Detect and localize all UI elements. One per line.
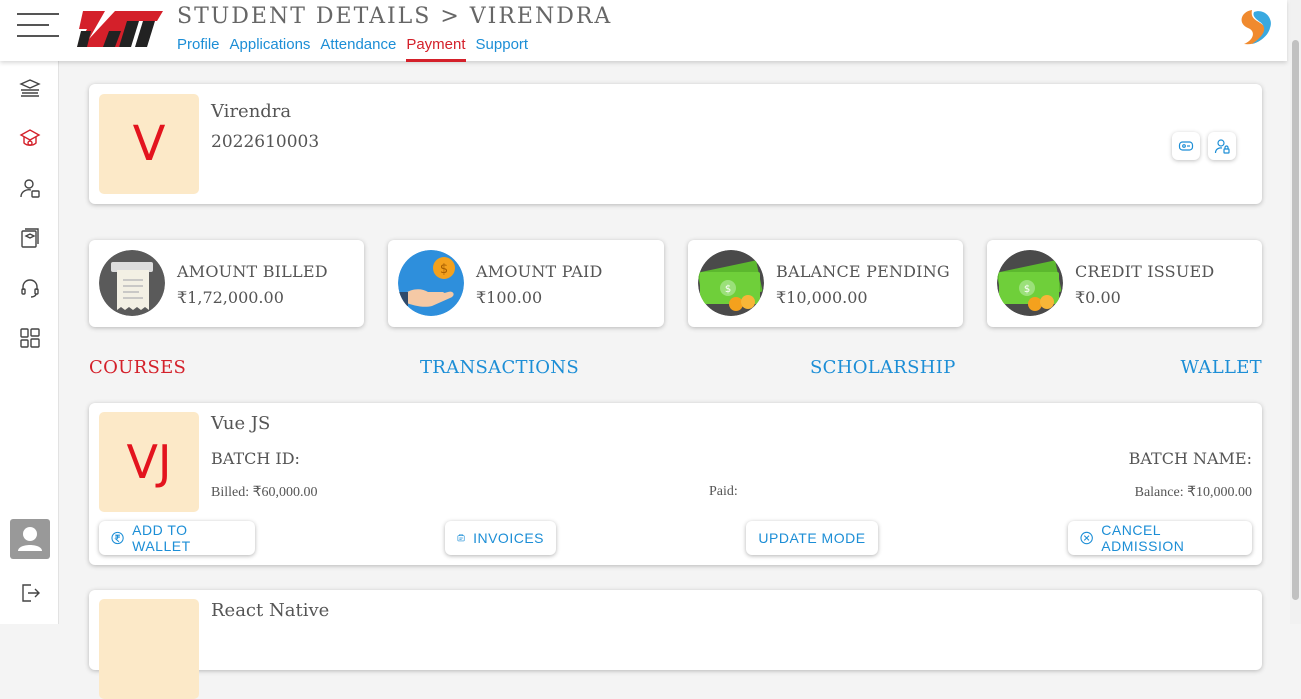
invoices-label: INVOICES <box>473 530 544 546</box>
course-card: React Native <box>89 590 1262 699</box>
stat-label: BALANCE PENDING <box>776 262 950 281</box>
update-mode-button[interactable]: UPDATE MODE <box>746 521 878 555</box>
course-card: VJ Vue JS BATCH ID: BATCH NAME: Billed: … <box>89 403 1262 565</box>
id-card-icon <box>1178 141 1194 151</box>
tab-scholarship[interactable]: SCHOLARSHIP <box>810 357 956 378</box>
tab-wallet[interactable]: WALLET <box>1181 357 1262 378</box>
batch-id-label: BATCH ID: <box>211 449 300 468</box>
main-content: V Virendra 2022610003 AMOUNT BILLED ₹1,7… <box>59 61 1287 699</box>
brand-swirl-logo <box>1241 10 1271 45</box>
cancel-admission-button[interactable]: CANCEL ADMISSION <box>1068 521 1252 555</box>
tab-transactions[interactable]: TRANSACTIONS <box>420 357 579 378</box>
rupee-icon <box>111 531 124 545</box>
tab-support[interactable]: Support <box>476 36 529 62</box>
student-id: 2022610003 <box>211 132 320 152</box>
user-lock-button[interactable] <box>1208 132 1236 160</box>
cancel-circle-icon <box>1080 531 1093 545</box>
kii-logo <box>77 11 163 47</box>
stat-value: ₹0.00 <box>1075 288 1121 307</box>
course-initials-avatar <box>99 599 199 699</box>
student-card: V Virendra 2022610003 <box>89 84 1262 204</box>
books-icon[interactable] <box>19 227 41 249</box>
invoice-icon <box>457 534 465 542</box>
user-lock-icon <box>1214 139 1230 154</box>
stat-label: CREDIT ISSUED <box>1075 262 1215 281</box>
sidebar <box>0 61 59 624</box>
stat-card-amount-paid: $ AMOUNT PAID ₹100.00 <box>388 240 664 327</box>
add-to-wallet-label: ADD TO WALLET <box>132 522 191 554</box>
paid-amount: Paid: <box>709 484 738 499</box>
tab-applications[interactable]: Applications <box>230 36 311 62</box>
page-title: STUDENT DETAILS > VIRENDRA <box>177 4 613 29</box>
balance-amount: Balance: ₹10,000.00 <box>1134 485 1252 500</box>
receipt-icon <box>99 250 165 316</box>
svg-text:$: $ <box>725 284 731 295</box>
tab-profile[interactable]: Profile <box>177 36 220 62</box>
tab-courses[interactable]: COURSES <box>89 357 186 378</box>
course-name: React Native <box>211 600 330 621</box>
apps-grid-icon[interactable] <box>19 327 41 349</box>
course-name: Vue JS <box>211 413 271 434</box>
top-header: STUDENT DETAILS > VIRENDRA Profile Appli… <box>0 0 1287 62</box>
stat-card-balance-pending: $ BALANCE PENDING ₹10,000.00 <box>688 240 963 327</box>
cash-coins-icon: $ <box>997 250 1063 316</box>
id-card-button[interactable] <box>1172 132 1200 160</box>
student-name: Virendra <box>211 101 292 122</box>
add-to-wallet-button[interactable]: ADD TO WALLET <box>99 521 255 555</box>
update-mode-label: UPDATE MODE <box>758 530 866 546</box>
headset-icon[interactable] <box>19 277 41 299</box>
logout-icon[interactable] <box>19 582 41 604</box>
menu-icon[interactable] <box>17 13 59 39</box>
student-initial-avatar: V <box>99 94 199 194</box>
section-tabs: COURSES TRANSACTIONS SCHOLARSHIP WALLET <box>89 357 1262 381</box>
svg-text:$: $ <box>1024 284 1030 295</box>
tab-payment[interactable]: Payment <box>406 36 466 62</box>
stat-label: AMOUNT BILLED <box>177 262 328 281</box>
billed-amount: Billed: ₹60,000.00 <box>211 485 318 500</box>
stat-value: ₹10,000.00 <box>776 288 868 307</box>
stat-label: AMOUNT PAID <box>476 262 603 281</box>
course-initials-avatar: VJ <box>99 412 199 512</box>
hand-coin-icon: $ <box>398 250 464 316</box>
cancel-admission-label: CANCEL ADMISSION <box>1101 522 1185 554</box>
cash-coins-icon: $ <box>698 250 764 316</box>
batch-name-label: BATCH NAME: <box>1128 449 1252 468</box>
user-avatar-icon[interactable] <box>10 519 50 559</box>
page-scrollbar[interactable] <box>1290 0 1301 624</box>
header-tabs: Profile Applications Attendance Payment … <box>177 36 528 62</box>
stat-value: ₹1,72,000.00 <box>177 288 284 307</box>
stat-card-amount-billed: AMOUNT BILLED ₹1,72,000.00 <box>89 240 364 327</box>
graduation-books-icon[interactable] <box>19 77 41 99</box>
tab-attendance[interactable]: Attendance <box>320 36 396 62</box>
svg-text:$: $ <box>440 262 448 277</box>
school-cap-icon[interactable] <box>19 127 41 149</box>
user-card-icon[interactable] <box>19 177 41 199</box>
stat-value: ₹100.00 <box>476 288 543 307</box>
stat-card-credit-issued: $ CREDIT ISSUED ₹0.00 <box>987 240 1262 327</box>
invoices-button[interactable]: INVOICES <box>445 521 556 555</box>
